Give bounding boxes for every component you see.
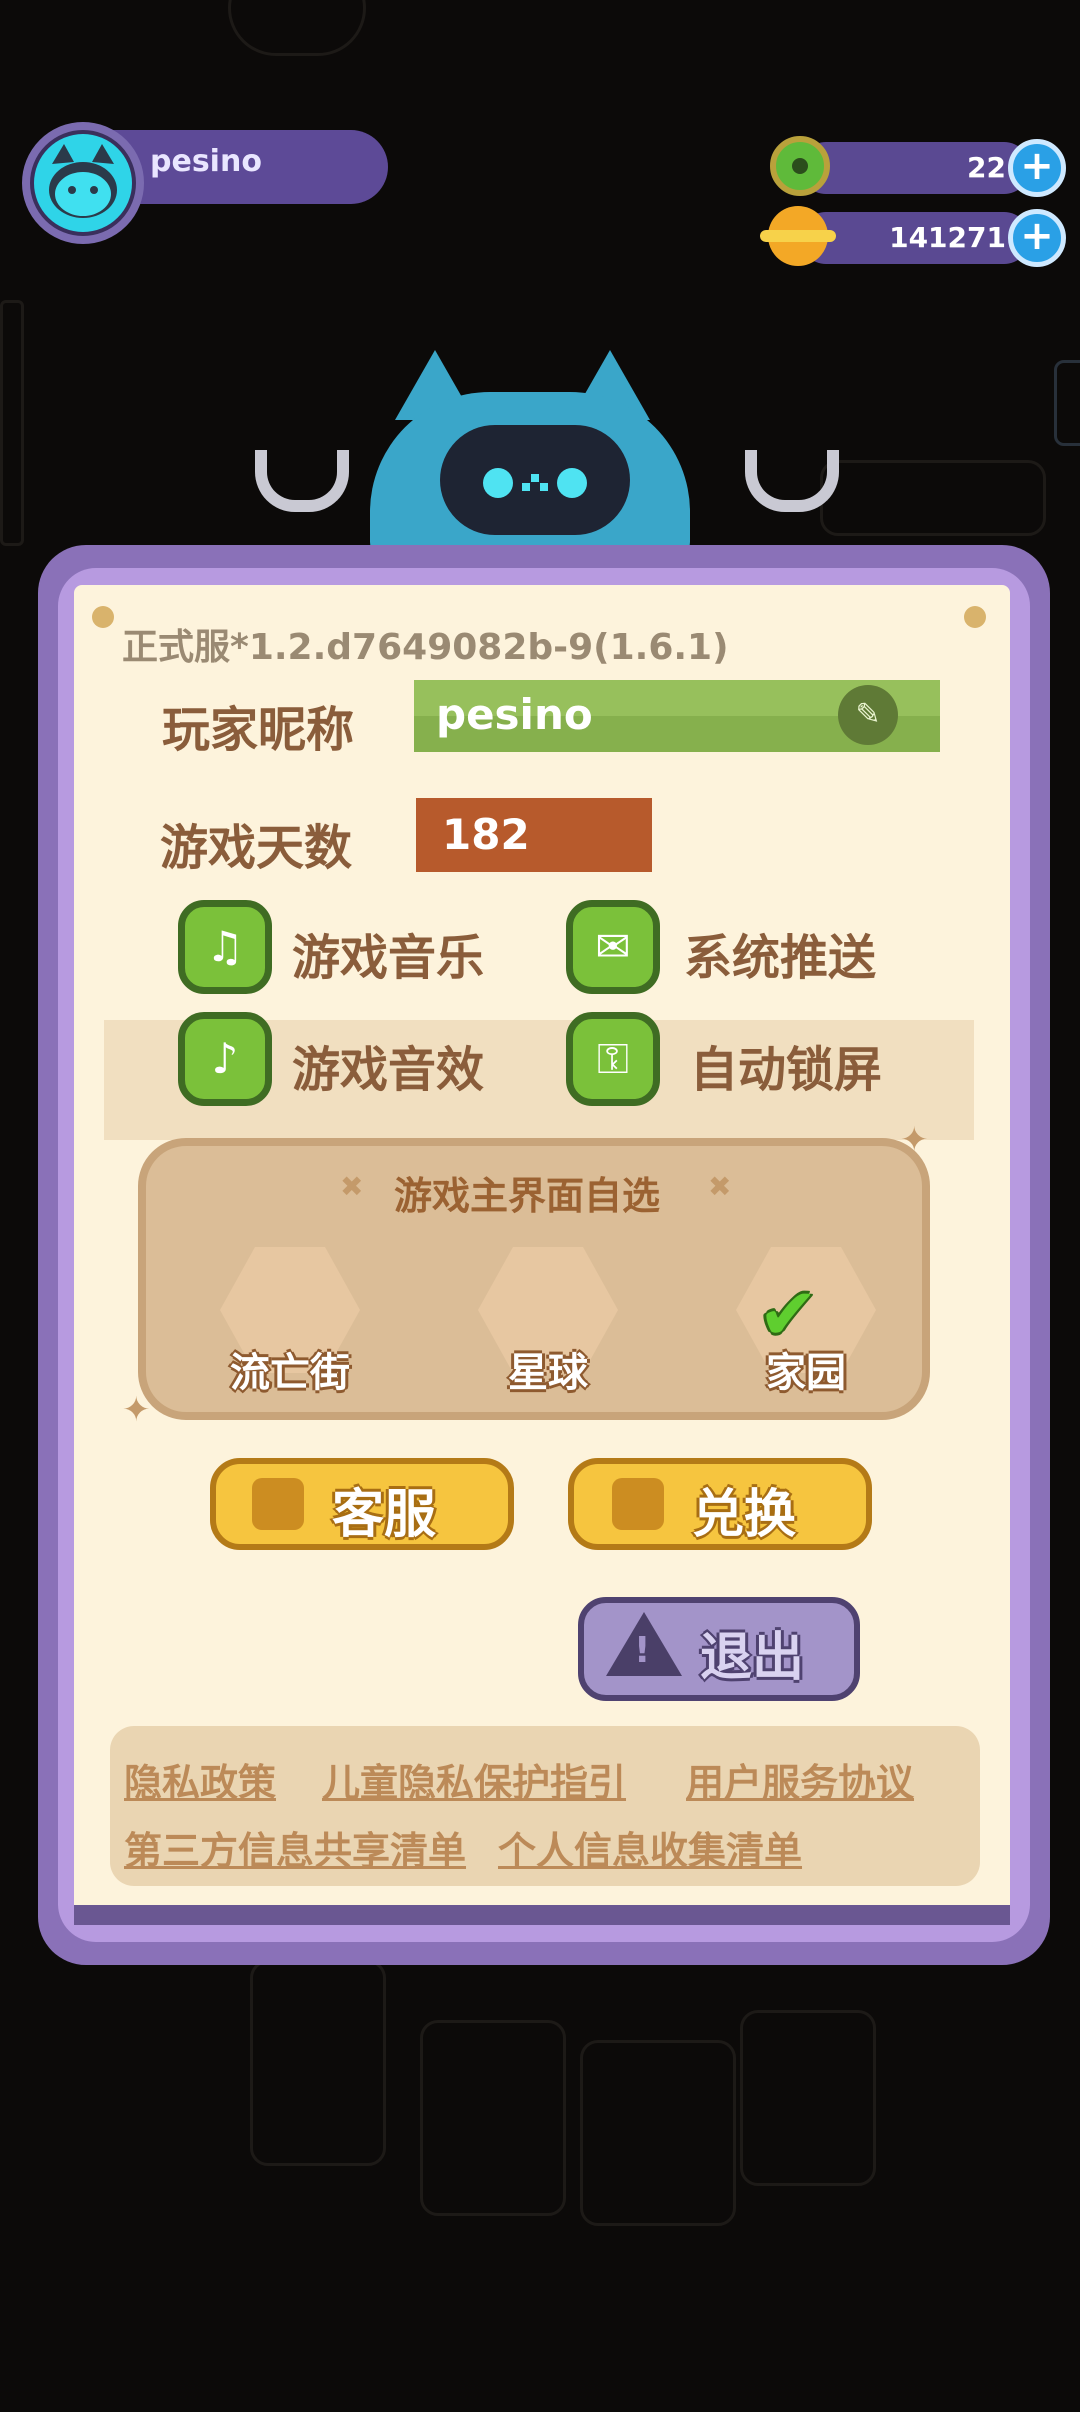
add-donut-coin-button[interactable]: +: [1008, 139, 1066, 197]
link-personal-info-list[interactable]: 个人信息收集清单: [498, 1820, 802, 1875]
speaker-icon: ♪: [178, 1012, 272, 1106]
toggle-label: 游戏音效: [292, 1042, 485, 1098]
redeem-label: 兑换: [692, 1485, 797, 1545]
donut-coin-count: 22: [967, 151, 1006, 184]
warning-mark: !: [634, 1630, 651, 1671]
customer-service-label: 客服: [332, 1485, 437, 1545]
link-user-agreement[interactable]: 用户服务协议: [686, 1752, 914, 1807]
cross-decoration-icon: ✖: [708, 1170, 732, 1203]
lock-icon: ⚿: [566, 1012, 660, 1106]
planet-coin-icon: [760, 206, 836, 266]
days-label: 游戏天数: [160, 820, 353, 876]
pin-decoration: [964, 606, 986, 628]
link-privacy-policy[interactable]: 隐私政策: [124, 1752, 276, 1807]
sparkle-icon: ✦: [900, 1120, 929, 1160]
toggle-label: 自动锁屏: [690, 1042, 883, 1098]
toggle-system-push[interactable]: ✉ 系统推送: [566, 900, 926, 1000]
link-third-party-sharing[interactable]: 第三方信息共享清单: [124, 1820, 466, 1875]
main-screen-option-planet[interactable]: 星球: [468, 1240, 628, 1400]
panel-bottom-edge: [74, 1905, 1010, 1925]
option-label: 流亡街: [230, 1350, 350, 1396]
add-planet-coin-button[interactable]: +: [1008, 209, 1066, 267]
selected-check-icon: ✔: [758, 1272, 819, 1356]
bg-share-tab: [1054, 360, 1080, 446]
main-screen-option-street[interactable]: 流亡街: [210, 1240, 370, 1400]
main-screen-title: 游戏主界面自选: [394, 1174, 661, 1218]
nickname-value: pesino: [436, 690, 593, 739]
gift-icon: [612, 1478, 664, 1530]
music-note-icon: ♫: [178, 900, 272, 994]
logout-label: 退出: [700, 1628, 805, 1688]
robot-claw-left: [255, 450, 349, 512]
edit-pen-icon[interactable]: ✎: [838, 685, 898, 745]
toggle-sound-effects[interactable]: ♪ 游戏音效: [178, 1012, 518, 1112]
toggle-game-music[interactable]: ♫ 游戏音乐: [178, 900, 518, 1000]
robot-face: [440, 425, 630, 535]
cat-avatar-icon: [34, 134, 132, 232]
bg-top-icon: [228, 0, 366, 56]
days-value: 182: [442, 810, 530, 859]
bg-building: [740, 2010, 876, 2186]
player-name: pesino: [150, 144, 262, 179]
bg-building: [580, 2040, 736, 2226]
nickname-label: 玩家昵称: [162, 702, 355, 758]
envelope-icon: ✉: [566, 900, 660, 994]
bg-sign: [820, 460, 1046, 536]
option-label: 星球: [508, 1350, 588, 1396]
bg-building: [250, 1960, 386, 2166]
customer-service-icon: [252, 1478, 304, 1530]
planet-coin-count: 141271: [889, 221, 1006, 254]
sparkle-icon: ✦: [122, 1390, 151, 1430]
cross-decoration-icon: ✖: [340, 1170, 364, 1203]
version-text: 正式服*1.2.d7649082b-9(1.6.1): [122, 627, 729, 668]
bg-side-tab: [0, 300, 24, 546]
toggle-label: 游戏音乐: [292, 930, 485, 986]
bg-building: [420, 2020, 566, 2216]
toggle-label: 系统推送: [684, 930, 877, 986]
toggle-auto-lock[interactable]: ⚿ 自动锁屏: [566, 1012, 926, 1112]
green-donut-coin-icon: [770, 136, 830, 196]
link-child-privacy[interactable]: 儿童隐私保护指引: [322, 1752, 626, 1807]
pin-decoration: [92, 606, 114, 628]
